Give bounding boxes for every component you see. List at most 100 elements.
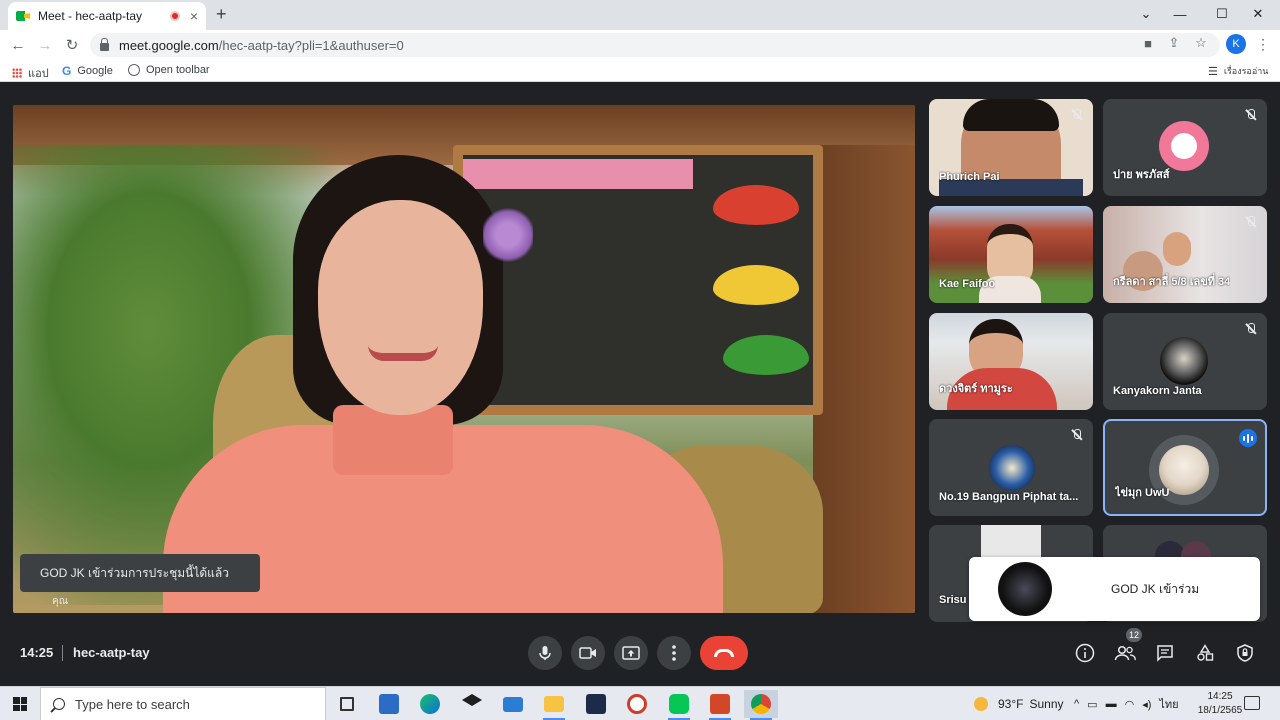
maximize-button[interactable]: ☐ (1202, 0, 1242, 28)
join-notification-toast: GOD JK เข้าร่วมการประชุมนี้ได้แล้ว (20, 554, 260, 592)
minimize-button[interactable]: — (1160, 0, 1200, 28)
host-controls-button[interactable] (1233, 641, 1257, 665)
microphone-button[interactable] (528, 636, 562, 670)
divider (62, 645, 63, 661)
browser-menu-icon[interactable]: ⋮ (1256, 36, 1270, 53)
activities-button[interactable] (1193, 641, 1217, 665)
participant-tile[interactable]: Phurich Pai (929, 99, 1093, 196)
windows-taskbar: Type here to search 93°F Sunny ^ ▭ ▬ ◠ ◂… (0, 686, 1280, 720)
forward-button[interactable]: → (34, 34, 56, 56)
volume-icon[interactable]: ◂) (1142, 698, 1151, 711)
file-explorer-icon (544, 696, 564, 712)
more-options-button[interactable] (657, 636, 691, 670)
network-icon[interactable]: ▭ (1087, 698, 1097, 711)
bookmark-apps[interactable]: แอป (12, 64, 49, 82)
chevron-up-icon[interactable]: ^ (1074, 698, 1079, 710)
chat-icon (1157, 645, 1173, 662)
start-button[interactable] (0, 687, 40, 720)
apps-grid-icon (12, 68, 22, 78)
participant-name: ไข่มุก UwU (1115, 487, 1170, 499)
taskbar-app-active[interactable] (744, 690, 778, 720)
taskbar-search-placeholder: Type here to search (75, 696, 190, 712)
bookmark-open-toolbar[interactable]: Open toolbar (128, 64, 210, 76)
meeting-details-button[interactable] (1073, 641, 1097, 665)
main-video[interactable] (13, 105, 915, 613)
leave-call-button[interactable] (700, 636, 748, 670)
recording-indicator-icon (169, 11, 180, 21)
tab-meet[interactable]: Meet - hec-aatp-tay × (8, 2, 206, 30)
meet-favicon-icon (16, 10, 30, 22)
bookmark-toolbar-label: Open toolbar (146, 64, 210, 76)
meeting-code: hec-aatp-tay (73, 645, 150, 660)
participant-name: No.19 Bangpun Piphat ta... (939, 491, 1079, 503)
reload-button[interactable]: ↻ (61, 34, 83, 56)
lock-icon (100, 38, 109, 51)
join-card-text: GOD JK เข้าร่วม (1111, 581, 1200, 596)
bookmark-google[interactable]: G Google (62, 64, 113, 78)
weather-widget[interactable]: 93°F Sunny (974, 687, 1064, 720)
mic-muted-icon (1069, 427, 1085, 443)
battery-icon[interactable]: ▬ (1106, 698, 1117, 710)
notification-center-icon[interactable] (1244, 696, 1260, 710)
taskbar-app[interactable] (662, 690, 696, 720)
mic-muted-icon (1069, 107, 1085, 123)
video-person (333, 405, 453, 475)
language-indicator[interactable]: ไทย (1159, 695, 1178, 713)
taskbar-app[interactable] (579, 690, 613, 718)
task-view-button[interactable] (330, 690, 364, 718)
reading-list[interactable]: ☰ เรื่องรออ่าน (1208, 64, 1268, 78)
participant-tile[interactable]: ดวงจิตร์ ทามูระ (929, 313, 1093, 410)
sunny-icon (974, 697, 988, 711)
avatar (1160, 337, 1208, 385)
back-button[interactable]: ← (7, 34, 29, 56)
close-window-button[interactable]: ✕ (1238, 0, 1278, 28)
taskbar-search[interactable]: Type here to search (40, 687, 326, 720)
reading-list-icon: ☰ (1208, 65, 1218, 78)
new-tab-button[interactable]: + (216, 4, 227, 25)
participant-tile[interactable]: ปาย พรภัสส์ (1103, 99, 1267, 196)
profile-avatar[interactable]: K (1226, 34, 1246, 54)
mic-muted-icon (1243, 214, 1259, 230)
taskbar-clock[interactable]: 14:25 18/1/2565 (1190, 690, 1250, 718)
wifi-icon[interactable]: ◠ (1125, 698, 1135, 711)
participant-tile[interactable]: No.19 Bangpun Piphat ta... (929, 419, 1093, 516)
info-icon (1075, 643, 1095, 663)
present-screen-button[interactable] (614, 636, 648, 670)
share-icon[interactable]: ⇪ (1165, 34, 1183, 52)
address-bar[interactable]: meet.google.com/hec-aatp-tay?pli=1&authu… (90, 33, 1220, 57)
url-host: meet.google.com (119, 37, 219, 53)
avatar (989, 445, 1035, 491)
bookmark-star-icon[interactable]: ☆ (1192, 34, 1210, 52)
mic-muted-icon (1243, 321, 1259, 337)
avatar (998, 562, 1052, 616)
participant-tile[interactable]: Kanyakorn Janta (1103, 313, 1267, 410)
participant-tile-active[interactable]: ไข่มุก UwU (1103, 419, 1267, 516)
taskbar-app[interactable] (455, 690, 489, 718)
taskbar-app[interactable] (372, 690, 406, 718)
chat-button[interactable] (1153, 641, 1177, 665)
participants-button[interactable] (1113, 641, 1137, 665)
taskbar-app[interactable] (703, 690, 737, 720)
reading-list-label: เรื่องรออ่าน (1223, 66, 1269, 76)
participant-name: Kanyakorn Janta (1113, 385, 1202, 397)
hang-up-icon (714, 649, 734, 657)
join-toast-text: GOD JK เข้าร่วมการประชุมนี้ได้แล้ว (40, 565, 230, 580)
taskbar-app[interactable] (620, 690, 654, 718)
participant-tile[interactable]: กรีลดา สาลี่ 5/8 เลขที่ 34 (1103, 206, 1267, 303)
camera-in-use-icon[interactable]: ■ (1139, 34, 1157, 52)
participant-name: Srisu (939, 594, 967, 606)
bookmark-google-label: Google (77, 65, 113, 77)
tab-strip: Meet - hec-aatp-tay × + ⌄ — ☐ ✕ (0, 0, 1280, 30)
taskbar-app[interactable] (537, 690, 571, 720)
present-screen-icon (622, 646, 640, 660)
taskbar-app[interactable] (496, 690, 530, 718)
meeting-controls-bar: 14:25 hec-aatp-tay 12 (0, 623, 1280, 683)
shield-lock-icon (1237, 644, 1253, 662)
camera-button[interactable] (571, 636, 605, 670)
taskbar-app[interactable] (413, 690, 447, 718)
speaking-indicator-icon (1239, 429, 1257, 447)
app-icon (627, 694, 647, 714)
tab-close-button[interactable]: × (190, 8, 198, 24)
participant-tile[interactable]: Kae Faifoo (929, 206, 1093, 303)
url-path: /hec-aatp-tay?pli=1&authuser=0 (218, 37, 404, 53)
